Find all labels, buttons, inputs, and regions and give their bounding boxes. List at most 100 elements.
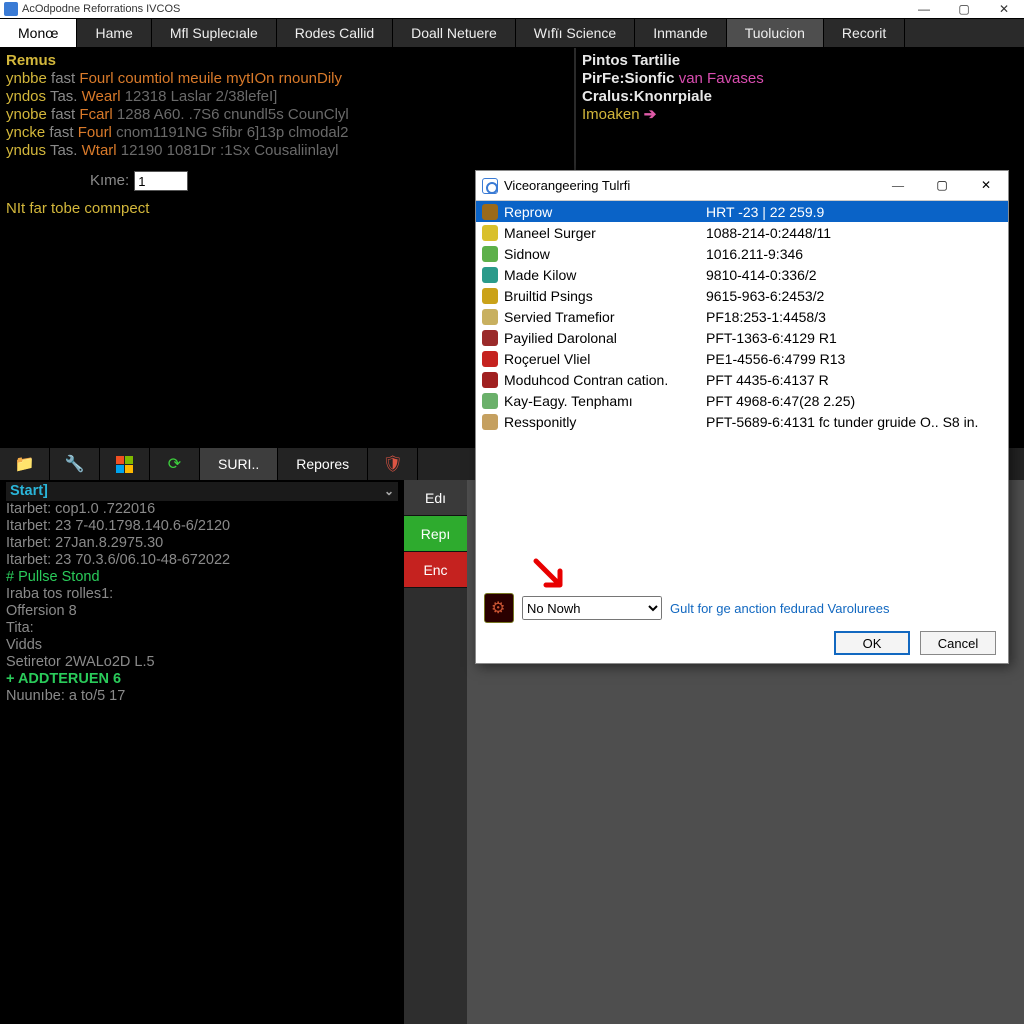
- item-icon: [482, 267, 498, 283]
- term-line: Setiretor 2WALo2D L.5: [6, 654, 398, 671]
- dialog-minimize-button[interactable]: —: [876, 171, 920, 201]
- term-line: Tita:: [6, 620, 398, 637]
- terminal-header: Start] ⌄: [6, 482, 398, 501]
- wrench-icon: 🔧: [65, 454, 85, 474]
- item-icon: [482, 414, 498, 430]
- dialog-list[interactable]: ReprowHRT -23 | 22 259.9 Maneel Surger10…: [476, 201, 1008, 585]
- action-sidebar: Edı Repı Enc: [404, 480, 467, 1024]
- tab-wifi[interactable]: Wıfïı Science: [516, 19, 635, 47]
- list-item[interactable]: Kay-Eagy. TenphamıPFT 4968-6:47(28 2.25): [476, 390, 1008, 411]
- dialog-footer-row1: No Nowh Gult for ge anction fedurad Varo…: [484, 593, 1000, 623]
- term-line: Itarbet: 27Jan.8.2975.30: [6, 535, 398, 552]
- dialog-footer: No Nowh Gult for ge anction fedurad Varo…: [476, 585, 1008, 663]
- folder-icon: 📁: [15, 454, 35, 474]
- kme-input[interactable]: [134, 171, 188, 191]
- item-icon: [482, 351, 498, 367]
- info-line: Imoaken ➔: [582, 106, 1018, 124]
- tab-recorit[interactable]: Recorit: [824, 19, 905, 47]
- list-item[interactable]: Bruiltid Psings9615-963-6:2453/2: [476, 285, 1008, 306]
- toolbar-icon-windows[interactable]: [100, 448, 150, 480]
- shield-icon: 🛡: [383, 454, 403, 474]
- term-line: + ADDTERUEN 6: [6, 671, 398, 688]
- list-item[interactable]: Made Kilow9810-414-0:336/2: [476, 264, 1008, 285]
- item-icon: [482, 204, 498, 220]
- kme-label: Kıme:: [90, 172, 129, 190]
- dialog-footer-row2: OK Cancel: [484, 631, 1000, 655]
- log-row: ynobe fast Fcarl 1288 A60. .7S6 cnundl5s…: [6, 106, 568, 124]
- arrow-icon: ➔: [644, 106, 657, 123]
- item-icon: [482, 246, 498, 262]
- item-icon: [482, 372, 498, 388]
- info-line: PirFe:Sionfic van Favases: [582, 70, 1018, 88]
- maximize-button[interactable]: ▢: [944, 0, 984, 18]
- dialog-titlebar: Viceorangeering Tulrfi — ▢ ✕: [476, 171, 1008, 201]
- list-item[interactable]: Sidnow1016.211-9:346: [476, 243, 1008, 264]
- footer-link[interactable]: Gult for ge anction fedurad Varolurees: [670, 601, 889, 616]
- item-icon: [482, 225, 498, 241]
- toolbar-icon-refresh[interactable]: ⟳: [150, 448, 200, 480]
- main-titlebar: AcOdpodne Reforrations IVCOS — ▢ ✕: [0, 0, 1024, 18]
- term-line: Vidds: [6, 637, 398, 654]
- info-line: Cralus:Knonrpiale: [582, 88, 1018, 106]
- item-icon: [482, 309, 498, 325]
- main-title: AcOdpodne Reforrations IVCOS: [22, 3, 904, 15]
- term-line: Itarbet: 23 7-40.1798.140.6-6/2120: [6, 518, 398, 535]
- tab-hame[interactable]: Hame: [77, 19, 151, 47]
- term-line: # Pullse Stond: [6, 569, 398, 586]
- item-icon: [482, 330, 498, 346]
- list-item[interactable]: ReprowHRT -23 | 22 259.9: [476, 201, 1008, 222]
- windows-icon: [116, 456, 133, 473]
- terminal-pane: Start] ⌄ Itarbet: cop1.0 .722016 Itarbet…: [0, 480, 404, 1024]
- log-heading: Remus: [6, 52, 568, 70]
- terminal-scroll-icon[interactable]: ⌄: [384, 483, 394, 500]
- tab-doall[interactable]: Doall Netuere: [393, 19, 516, 47]
- action-rep-button[interactable]: Repı: [404, 516, 467, 552]
- tab-monoe[interactable]: Monœ: [0, 19, 77, 47]
- ok-button[interactable]: OK: [834, 631, 910, 655]
- dialog-maximize-button[interactable]: ▢: [920, 171, 964, 201]
- tab-rodes[interactable]: Rodes Callid: [277, 19, 393, 47]
- item-icon: [482, 288, 498, 304]
- tab-mfl[interactable]: Mfl Suplecıale: [152, 19, 277, 47]
- dialog-close-button[interactable]: ✕: [964, 171, 1008, 201]
- log-row: yndus Tas. Wtarl 12190 1081Dr :1Sx Cousa…: [6, 142, 568, 160]
- dialog-app-icon: [482, 178, 498, 194]
- tab-inmande[interactable]: Inmande: [635, 19, 726, 47]
- list-item[interactable]: Moduhcod Contran cation.PFT 4435-6:4137 …: [476, 369, 1008, 390]
- footer-gear-icon: [484, 593, 514, 623]
- dialog-title: Viceorangeering Tulrfi: [504, 178, 876, 193]
- list-item[interactable]: RessponitlyPFT-5689-6:4131 fc tunder gru…: [476, 411, 1008, 432]
- refresh-icon: ⟳: [168, 454, 181, 474]
- dialog-window: Viceorangeering Tulrfi — ▢ ✕ ReprowHRT -…: [475, 170, 1009, 664]
- tab-bar: Monœ Hame Mfl Suplecıale Rodes Callid Do…: [0, 18, 1024, 47]
- kme-field-row: Kıme:: [90, 171, 188, 191]
- log-row: yncke fast Fourl cnom1191NG Sfibr 6]13p …: [6, 124, 568, 142]
- log-row: ynbbe fast Fourl coumtiol meuile mytIOn …: [6, 70, 568, 88]
- toolbar-repores-button[interactable]: Repores: [278, 448, 368, 480]
- terminal-title: Start]: [10, 483, 48, 500]
- info-line: Pintos Tartilie: [582, 52, 1018, 70]
- action-enc-button[interactable]: Enc: [404, 552, 467, 588]
- app-icon: [4, 2, 18, 16]
- term-line: Itarbet: cop1.0 .722016: [6, 501, 398, 518]
- cancel-button[interactable]: Cancel: [920, 631, 996, 655]
- main-window: AcOdpodne Reforrations IVCOS — ▢ ✕ Monœ …: [0, 0, 1024, 1024]
- term-line: Itarbet: 23 70.3.6/06.10-48-672022: [6, 552, 398, 569]
- list-item[interactable]: Roçeruel VlielPE1-4556-6:4799 R13: [476, 348, 1008, 369]
- toolbar-icon-wrench[interactable]: 🔧: [50, 448, 100, 480]
- action-edit-button[interactable]: Edı: [404, 480, 467, 516]
- log-row: yndos Tas. Wearl 12318 Laslar 2/38lefeI]: [6, 88, 568, 106]
- minimize-button[interactable]: —: [904, 0, 944, 18]
- term-line: Nuunıbe: a to/5 17: [6, 688, 398, 705]
- list-item[interactable]: Payilied DarolonalPFT-1363-6:4129 R1: [476, 327, 1008, 348]
- list-item[interactable]: Servied TramefiorPF18:253-1:4458/3: [476, 306, 1008, 327]
- term-line: Iraba tos rolles1:: [6, 586, 398, 603]
- term-line: Offersion 8: [6, 603, 398, 620]
- toolbar-icon-shield[interactable]: 🛡: [368, 448, 418, 480]
- toolbar-icon-folder[interactable]: 📁: [0, 448, 50, 480]
- list-item[interactable]: Maneel Surger1088-214-0:2448/11: [476, 222, 1008, 243]
- toolbar-suri-button[interactable]: SURI..: [200, 448, 278, 480]
- close-button[interactable]: ✕: [984, 0, 1024, 18]
- tab-tuolucion[interactable]: Tuolucion: [727, 19, 824, 47]
- mode-select[interactable]: No Nowh: [522, 596, 662, 620]
